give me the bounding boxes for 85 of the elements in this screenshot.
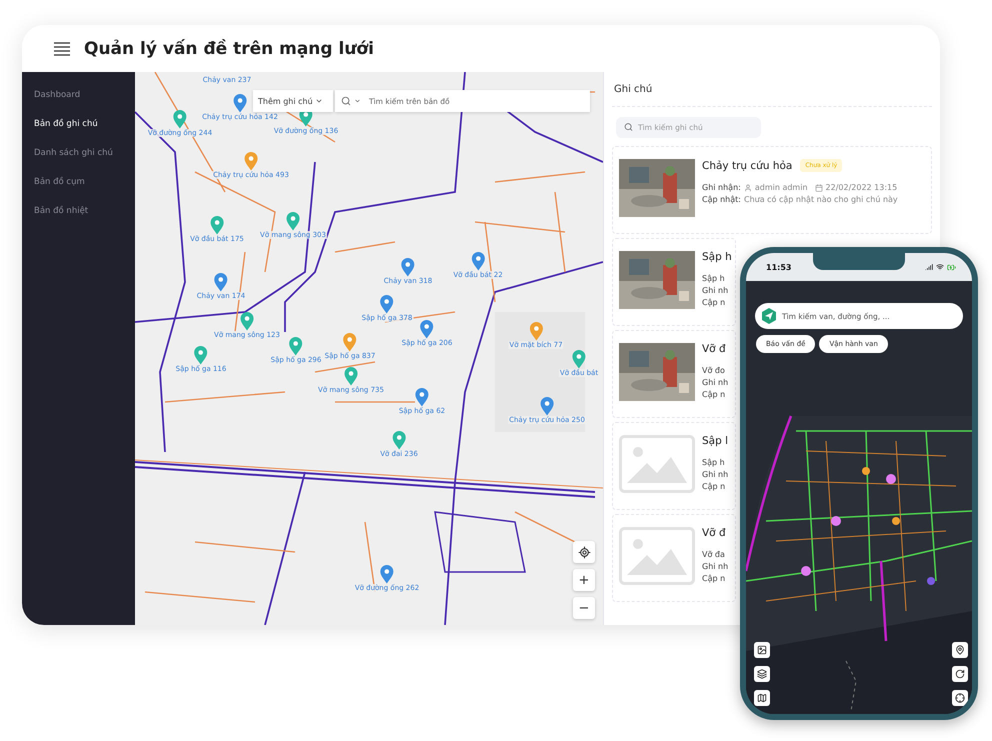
- map-pin-icon[interactable]: [173, 110, 187, 129]
- map-pin-icon[interactable]: [233, 94, 247, 113]
- sidebar-item[interactable]: Dashboard: [22, 80, 135, 109]
- search-icon: [341, 96, 351, 106]
- note-title: Vỡ đ: [702, 343, 726, 355]
- map-pin-icon[interactable]: [420, 320, 434, 339]
- map-icon: [757, 693, 767, 703]
- note-line: Vỡ đa: [702, 550, 725, 559]
- layers-icon: [757, 669, 767, 679]
- zoom-out-button[interactable]: −: [573, 597, 595, 619]
- map-pin-icon[interactable]: [289, 337, 303, 356]
- map-pin-icon[interactable]: [343, 333, 357, 352]
- image-icon: [757, 645, 767, 655]
- map-pin-icon[interactable]: [240, 312, 254, 331]
- note-card[interactable]: Sập l Sập h Ghi nh Cập n: [612, 422, 736, 510]
- sidebar-item[interactable]: Danh sách ghi chú: [22, 138, 135, 167]
- caret-icon: [314, 97, 323, 105]
- field-label: Ghi nhận:: [702, 183, 741, 192]
- map-pin-icon[interactable]: [415, 388, 429, 407]
- map-pin-icon: [955, 645, 965, 655]
- map-pin-icon[interactable]: [471, 252, 485, 271]
- refresh-icon: [955, 669, 965, 679]
- map-pin-icon[interactable]: [380, 565, 394, 584]
- note-title: Vỡ đ: [702, 527, 726, 539]
- note-line: Cập n: [702, 482, 726, 491]
- map-pin-icon[interactable]: [529, 322, 543, 341]
- note-line: Cập n: [702, 298, 726, 307]
- map-pin-icon[interactable]: [540, 397, 554, 416]
- map-pin-icon[interactable]: [380, 295, 394, 314]
- user-icon: [744, 184, 752, 192]
- layers-button[interactable]: [754, 666, 770, 682]
- map-pin-icon[interactable]: [572, 350, 586, 369]
- sidebar-item[interactable]: Bản đồ ghi chú: [22, 109, 135, 138]
- note-line: Vỡ đo: [702, 366, 725, 375]
- image-placeholder-icon: [619, 527, 695, 585]
- pin-button[interactable]: [952, 642, 968, 658]
- image-button[interactable]: [754, 642, 770, 658]
- battery-icon: [947, 262, 956, 272]
- note-line: Ghi nh: [702, 470, 728, 479]
- user-name: admin admin: [754, 183, 808, 192]
- map-pin-icon[interactable]: [344, 367, 358, 386]
- search-icon: [624, 122, 633, 131]
- add-note-dropdown[interactable]: Thêm ghi chú: [253, 90, 333, 112]
- caret-icon: [354, 98, 361, 104]
- note-card[interactable]: Vỡ đ Vỡ đa Ghi nh Cập n: [612, 514, 736, 602]
- note-line: Sập h: [702, 458, 725, 467]
- note-card[interactable]: Vỡ đ Vỡ đo Ghi nh Cập n: [612, 330, 736, 418]
- menu-icon[interactable]: [54, 42, 70, 56]
- map-pin-icon[interactable]: [194, 346, 208, 365]
- locate-button[interactable]: [952, 690, 968, 706]
- status-time: 11:53: [766, 262, 792, 272]
- map-pin-icon[interactable]: [401, 258, 415, 277]
- zoom-in-button[interactable]: +: [573, 569, 595, 591]
- map-button[interactable]: [754, 690, 770, 706]
- map-pin-icon[interactable]: [392, 431, 406, 450]
- field-label: Cập nhật:: [702, 195, 741, 204]
- map-pin-icon[interactable]: [286, 212, 300, 231]
- signal-icon: [925, 262, 933, 270]
- navigation-logo-icon: [761, 308, 777, 324]
- note-title: Sập h: [702, 251, 732, 263]
- field-value: Chưa có cập nhật nào cho ghi chú này: [744, 195, 898, 204]
- note-title: Chảy trụ cứu hỏa: [702, 160, 792, 172]
- sidebar-item[interactable]: Bản đồ nhiệt: [22, 196, 135, 225]
- note-line: Sập h: [702, 274, 725, 283]
- map-pin-icon[interactable]: [244, 152, 258, 171]
- note-line: Cập n: [702, 574, 726, 583]
- crosshair-icon: [955, 693, 965, 703]
- sidebar-item[interactable]: Bản đồ cụm: [22, 167, 135, 196]
- note-line: Ghi nh: [702, 378, 728, 387]
- calendar-icon: [814, 184, 823, 192]
- map-pin-icon[interactable]: [214, 273, 228, 292]
- locate-button[interactable]: [573, 541, 595, 563]
- note-title: Sập l: [702, 435, 728, 447]
- note-card[interactable]: Sập h Sập h Ghi nh Cập n: [612, 238, 736, 326]
- map-pin-icon[interactable]: [210, 216, 224, 235]
- note-line: Ghi nh: [702, 562, 728, 571]
- date-text: 22/02/2022 13:15: [826, 183, 898, 192]
- note-line: Cập n: [702, 390, 726, 399]
- image-placeholder-icon: [619, 435, 695, 493]
- refresh-button[interactable]: [952, 666, 968, 682]
- panel-title: Ghi chú: [612, 72, 932, 107]
- page-title: Quản lý vấn đề trên mạng lưới: [84, 38, 374, 58]
- locate-icon: [578, 546, 590, 558]
- wifi-icon: [936, 262, 944, 270]
- note-line: Ghi nh: [702, 286, 728, 295]
